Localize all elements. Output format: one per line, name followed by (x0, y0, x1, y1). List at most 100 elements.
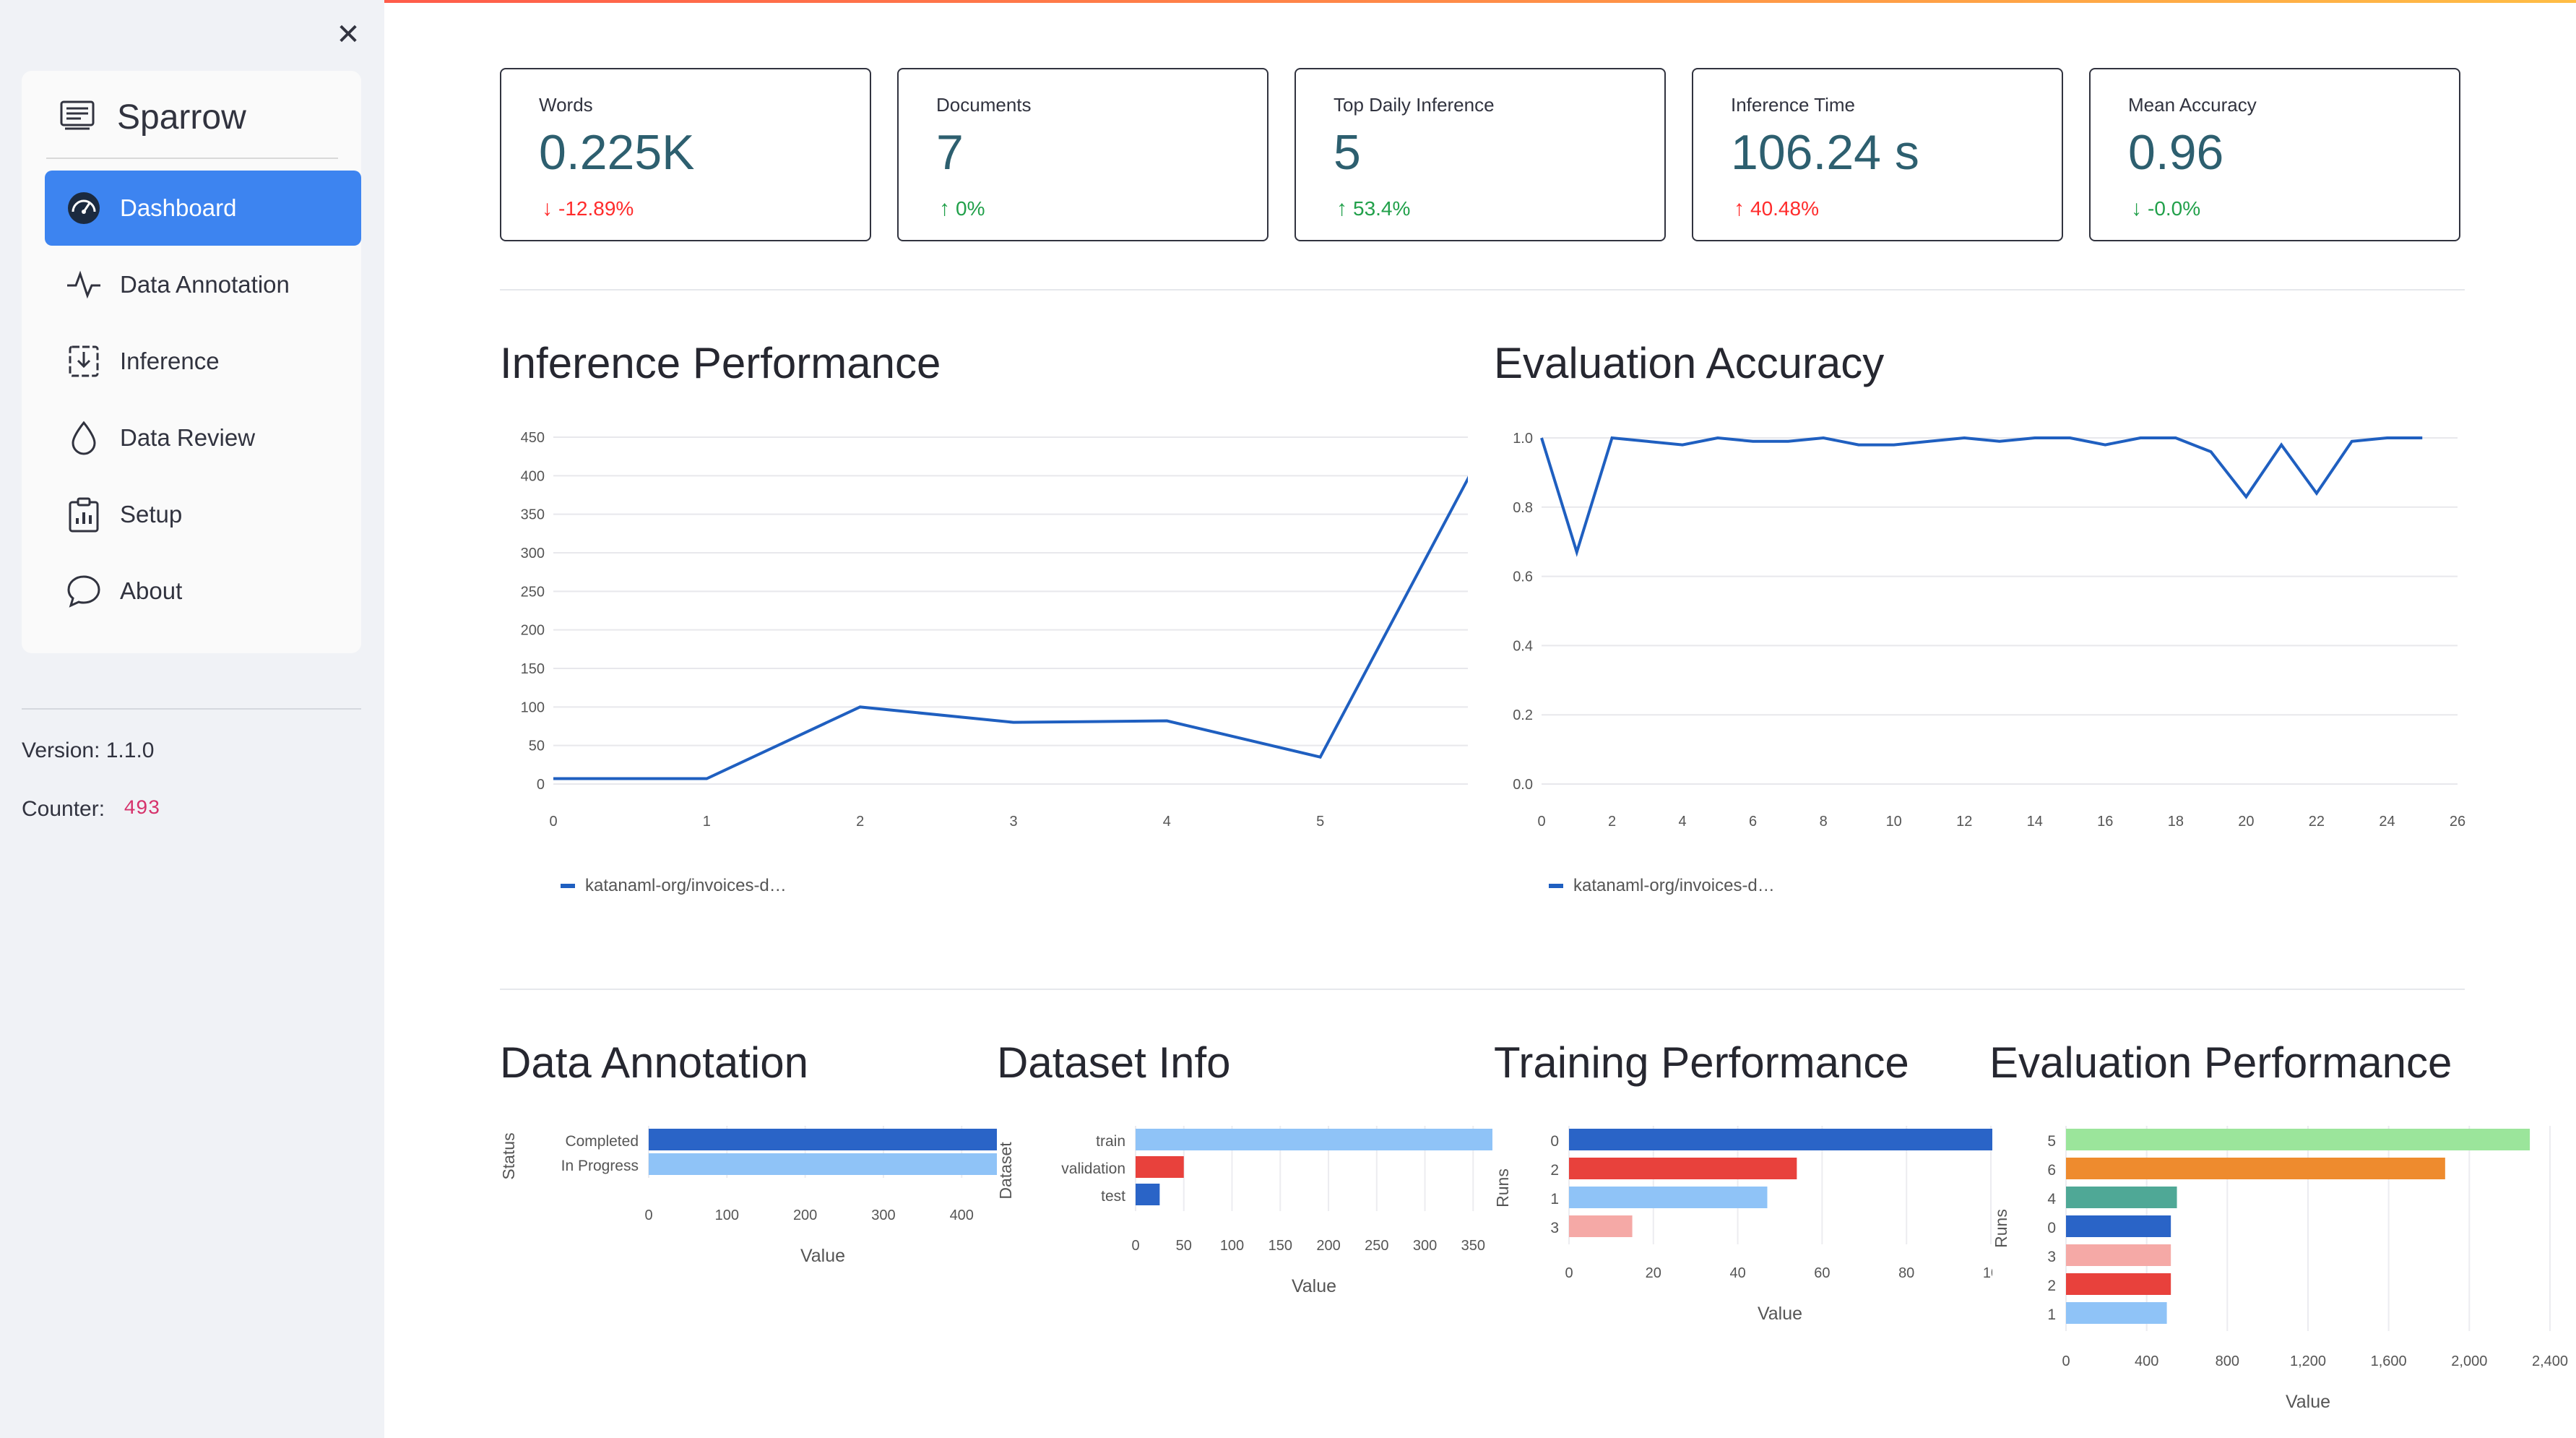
x-tick-label: 0 (1565, 1265, 1573, 1281)
nav-menu: Sparrow Dashboard Data Annotation Infere… (22, 71, 361, 653)
x-tick-label: 2,400 (2532, 1353, 2568, 1369)
y-tick-label: 150 (521, 661, 545, 677)
x-tick-label: 100 (1220, 1238, 1244, 1254)
metric-delta-value: 40.48% (1750, 197, 1819, 220)
x-tick-label: 20 (2238, 814, 2254, 830)
nav-label-about: About (120, 577, 183, 604)
x-tick-label: 2 (1608, 814, 1616, 830)
x-tick-label: 0 (1537, 814, 1545, 830)
x-tick-label: 200 (1316, 1238, 1340, 1254)
nav-item-data-review[interactable]: Data Review (45, 400, 361, 475)
metric-value: 0.96 (2128, 125, 2224, 180)
speedometer-icon (64, 188, 104, 228)
x-tick-label: 5 (1316, 814, 1324, 830)
close-sidebar-button[interactable]: ✕ (332, 19, 364, 51)
metric-card-documents: Documents 7 ↑ 0% (897, 68, 1268, 241)
metric-delta-value: -0.0% (2148, 197, 2201, 220)
bar (1136, 1156, 1184, 1178)
counter-value: 493 (118, 796, 166, 822)
nav-item-dashboard[interactable]: Dashboard (45, 171, 361, 246)
arrow-up-icon: ↑ (939, 197, 950, 220)
x-tick-label: 1,200 (2290, 1353, 2326, 1369)
y-tick-label: 0.0 (1513, 777, 1533, 793)
category-label: validation (1061, 1161, 1125, 1177)
section-title-evaluation-accuracy: Evaluation Accuracy (1494, 339, 1885, 387)
y-axis-title: Runs (1992, 1209, 2010, 1248)
nav-item-data-annotation[interactable]: Data Annotation (45, 247, 361, 322)
y-tick-label: 50 (529, 739, 545, 754)
nav-label-setup: Setup (120, 501, 183, 528)
x-tick-label: 0 (2062, 1353, 2070, 1369)
counter-label: Counter: (22, 796, 105, 821)
x-tick-label: 800 (2216, 1353, 2239, 1369)
bar (1569, 1129, 1992, 1150)
y-tick-label: 0.4 (1513, 638, 1533, 654)
x-tick-label: 400 (2135, 1353, 2158, 1369)
x-tick-label: 6 (1749, 814, 1757, 830)
y-axis-title: Dataset (997, 1142, 1015, 1200)
metric-delta: ↓ -12.89% (542, 197, 634, 221)
arrow-up-icon: ↑ (1336, 197, 1347, 220)
divider (500, 989, 2465, 990)
y-axis-title: Status (500, 1132, 518, 1179)
x-axis-title: Value (1292, 1276, 1336, 1296)
legend-label: katanaml-org/invoices-d… (1573, 876, 1775, 895)
section-title-inference-performance: Inference Performance (500, 339, 941, 387)
section-title-data-annotation: Data Annotation (500, 1038, 809, 1087)
y-tick-label: 400 (521, 468, 545, 484)
bar (2066, 1302, 2167, 1324)
y-tick-label: 0.2 (1513, 707, 1533, 723)
document-icon (59, 100, 97, 135)
metric-label: Words (539, 94, 593, 116)
bar (1136, 1184, 1160, 1205)
metric-card-inference-time: Inference Time 106.24 s ↑ 40.48% (1692, 68, 2063, 241)
metric-value: 7 (936, 125, 964, 180)
data-annotation-chart[interactable]: 0 100 200 300 400 Completed In Progress Value St… (500, 1113, 998, 1279)
bar (1136, 1129, 1492, 1150)
evaluation-performance-chart[interactable]: 0 400 800 1,200 1,600 2,000 2,400 5 6 4 0 3 2 1 Value R… (1989, 1113, 2576, 1424)
category-label: 3 (2047, 1249, 2056, 1265)
x-tick-label: 14 (2027, 814, 2043, 830)
legend-swatch (561, 884, 575, 888)
inbox-download-icon (64, 341, 104, 382)
metric-card-top-daily-inference: Top Daily Inference 5 ↑ 53.4% (1295, 68, 1666, 241)
x-tick-label: 200 (793, 1207, 817, 1223)
category-label: test (1101, 1188, 1125, 1205)
metric-label: Top Daily Inference (1334, 94, 1495, 116)
x-tick-label: 40 (1729, 1265, 1745, 1281)
bar (1569, 1158, 1797, 1179)
droplet-icon (64, 418, 104, 458)
version-text: Version: 1.1.0 (22, 739, 155, 762)
y-tick-label: 350 (521, 507, 545, 523)
inference-performance-chart[interactable]: 0501001502002503003504004500123456katana… (500, 412, 1468, 903)
section-title-training-performance: Training Performance (1494, 1038, 1909, 1087)
metric-card-words: Words 0.225K ↓ -12.89% (500, 68, 871, 241)
nav-item-setup[interactable]: Setup (45, 477, 361, 552)
y-tick-label: 250 (521, 584, 545, 600)
legend-label: katanaml-org/invoices-d… (585, 876, 787, 895)
evaluation-accuracy-chart[interactable]: 0.00.20.40.60.81.00 2 4 6 8 10 12 14 16 18 20 22 24 2… (1488, 412, 2478, 903)
dataset-info-chart[interactable]: 0 50 100 150 200 250 300 350 train validation test… (997, 1113, 1495, 1308)
y-axis-title: Runs (1494, 1168, 1512, 1207)
training-performance-chart[interactable]: 020406080100213ValueRuns (1494, 1113, 1992, 1337)
bar (649, 1129, 997, 1150)
category-label: 0 (1550, 1133, 1559, 1150)
category-label: 1 (1550, 1191, 1559, 1207)
nav-label-data-annotation: Data Annotation (120, 271, 290, 298)
x-axis-title: Value (800, 1246, 845, 1266)
nav-item-inference[interactable]: Inference (45, 324, 361, 399)
clipboard-chart-icon (64, 494, 104, 535)
x-tick-label: 1 (703, 814, 711, 830)
x-tick-label: 16 (2097, 814, 2113, 830)
section-title-dataset-info: Dataset Info (997, 1038, 1231, 1087)
nav-item-about[interactable]: About (45, 554, 361, 629)
nav-label-dashboard: Dashboard (120, 194, 237, 221)
metric-delta-value: 53.4% (1353, 197, 1411, 220)
x-tick-label: 18 (2168, 814, 2184, 830)
divider (500, 289, 2465, 290)
y-tick-label: 200 (521, 623, 545, 639)
y-tick-label: 0.6 (1513, 569, 1533, 585)
y-tick-label: 100 (521, 699, 545, 715)
counter: Counter: 493 (22, 796, 166, 822)
x-tick-label: 150 (1268, 1238, 1292, 1254)
